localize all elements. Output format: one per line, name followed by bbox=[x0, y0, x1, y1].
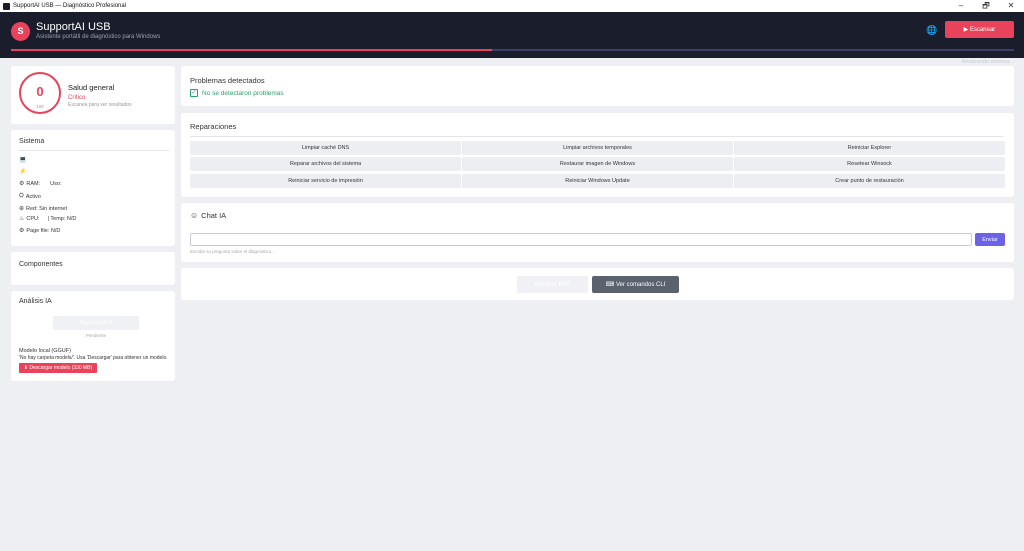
repair-winsock-button[interactable]: Resetear Winsock bbox=[734, 157, 1005, 171]
health-score-value: 0 bbox=[36, 84, 44, 99]
cpu-icon: ♨ bbox=[19, 216, 25, 222]
repair-restore-point-button[interactable]: Crear punto de restauración bbox=[734, 174, 1005, 188]
window-titlebar: SupportAI USB — Diagnóstico Profesional … bbox=[0, 0, 1024, 12]
model-label: Modelo local (GGUF) bbox=[19, 348, 71, 354]
check-icon: ✓ bbox=[190, 89, 198, 97]
ram-icon: ⚙ bbox=[19, 181, 25, 187]
chat-hint: Escribe su pregunta sobre el diagnóstico… bbox=[190, 249, 276, 254]
repair-temp-button[interactable]: Limpiar archivos temporales bbox=[462, 141, 733, 155]
problems-title: Problemas detectados bbox=[190, 76, 265, 85]
chat-bot-icon: ☺ bbox=[190, 211, 199, 220]
cli-commands-button[interactable]: ⌨ Ver comandos CLI bbox=[592, 276, 679, 293]
minimize-icon[interactable]: – bbox=[950, 0, 972, 12]
problems-ok-text: No se detectaron problemas bbox=[202, 89, 284, 97]
health-title: Salud general bbox=[68, 83, 115, 92]
system-divider bbox=[19, 150, 169, 151]
restore-icon[interactable]: 🗗 bbox=[975, 0, 997, 12]
system-row-cpu: ♨ CPU: | Temp: N/D bbox=[19, 215, 77, 223]
problems-status: ✓ No se detectaron problemas bbox=[190, 89, 284, 97]
system-row-monitor: 💻 bbox=[19, 156, 28, 163]
close-icon[interactable]: ✕ bbox=[1000, 0, 1022, 12]
repair-wu-button[interactable]: Reiniciar Windows Update bbox=[462, 174, 733, 188]
chat-input[interactable] bbox=[190, 233, 972, 246]
send-button[interactable]: Enviar bbox=[975, 233, 1005, 246]
app-header: S SupportAI USB Asistente portátil de di… bbox=[0, 12, 1024, 65]
scan-progress-bar bbox=[11, 49, 1014, 51]
repairs-divider bbox=[190, 136, 1004, 137]
problems-card bbox=[181, 66, 1014, 106]
repairs-title: Reparaciones bbox=[190, 122, 237, 131]
analyze-ai-caption: Pendiente bbox=[85, 333, 107, 338]
health-score-max: 100 bbox=[36, 104, 44, 109]
system-title: Sistema bbox=[19, 138, 45, 145]
disk-icon: ⛭ bbox=[19, 193, 24, 199]
health-level: Crítico bbox=[68, 95, 86, 101]
system-row-ram: ⚙ RAM: Uso: bbox=[19, 180, 62, 188]
app-title: SupportAI USB bbox=[36, 21, 111, 33]
health-score-ring: 0 100 bbox=[19, 72, 61, 114]
model-hint: 'No hay carpeta models/'. Usa 'Descargar… bbox=[19, 355, 168, 361]
scan-button[interactable]: ▶ Escanear bbox=[945, 21, 1014, 38]
scan-status-text: Analizando sistema... bbox=[961, 59, 1014, 65]
ai-analysis-title: Análisis IA bbox=[19, 298, 52, 305]
system-row-pagefile: ⚙ Page file: N/D bbox=[19, 227, 61, 235]
app-window-icon bbox=[3, 2, 10, 10]
system-row-network: ⊕ Red: Sin internet bbox=[19, 205, 67, 213]
download-model-button[interactable]: ⬇ Descargar modelo (330 MB) bbox=[19, 363, 97, 373]
scan-progress-fill bbox=[11, 49, 493, 51]
repair-print-button[interactable]: Reiniciar servicio de impresión bbox=[190, 174, 461, 188]
language-globe-icon[interactable]: 🌐 bbox=[926, 25, 937, 35]
app-subtitle: Asistente portátil de diagnóstico para W… bbox=[36, 34, 161, 40]
chat-header: ☺ Chat IA bbox=[190, 211, 226, 220]
health-hint: Escanea para ver resultados bbox=[68, 102, 132, 108]
app-logo: S bbox=[11, 22, 30, 41]
repair-sfc-button[interactable]: Reparar archivos del sistema bbox=[190, 157, 461, 171]
repair-dism-button[interactable]: Restaurar imagen de Windows bbox=[462, 157, 733, 171]
window-title: SupportAI USB — Diagnóstico Profesional bbox=[13, 3, 127, 9]
power-icon: ⚡ bbox=[19, 169, 27, 175]
repair-dns-button[interactable]: Limpiar caché DNS bbox=[190, 141, 461, 155]
system-row-power: ⚡ bbox=[19, 168, 28, 175]
chat-title: Chat IA bbox=[201, 211, 227, 220]
export-pdf-button[interactable]: Exportar PDF bbox=[517, 276, 588, 293]
network-icon: ⊕ bbox=[19, 206, 25, 212]
components-title: Componentes bbox=[19, 261, 63, 268]
analyze-ai-button[interactable]: Analizar con IA bbox=[53, 316, 139, 330]
components-card[interactable] bbox=[11, 252, 175, 285]
system-row-disk: ⛭ Activo bbox=[19, 193, 41, 200]
repair-explorer-button[interactable]: Reiniciar Explorer bbox=[734, 141, 1005, 155]
monitor-icon: 💻 bbox=[19, 157, 27, 163]
pagefile-icon: ⚙ bbox=[19, 228, 25, 234]
